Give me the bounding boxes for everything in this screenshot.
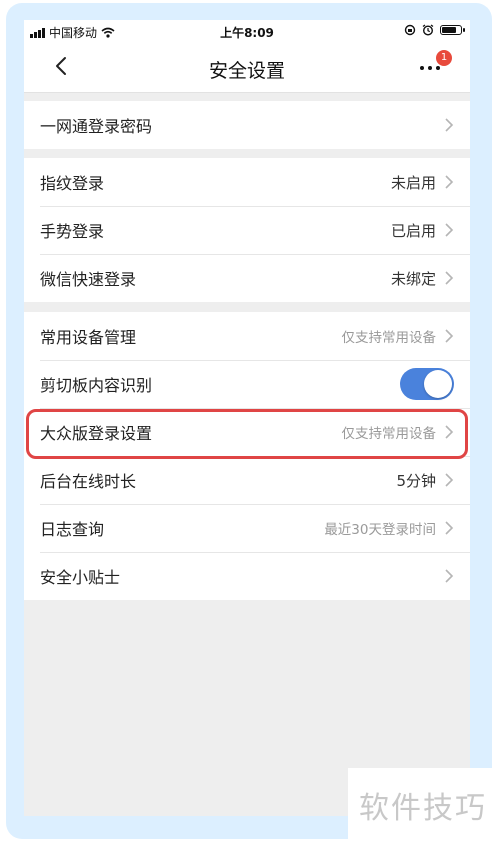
row-security-tips[interactable]: 安全小贴士 xyxy=(24,552,470,600)
row-label: 日志查询 xyxy=(40,520,105,539)
row-label: 手势登录 xyxy=(40,222,105,241)
chevron-right-icon xyxy=(445,521,454,535)
more-dots-icon xyxy=(420,66,440,70)
notification-badge: 1 xyxy=(436,50,452,66)
toggle-knob xyxy=(424,370,452,398)
row-value: 未绑定 xyxy=(390,269,436,288)
nav-bar: 安全设置 1 xyxy=(24,44,470,93)
row-login-password[interactable]: 一网通登录密码 xyxy=(24,101,470,149)
chevron-right-icon xyxy=(445,569,454,583)
clipboard-toggle[interactable] xyxy=(400,368,454,400)
row-value: 最近30天登录时间 xyxy=(324,522,436,538)
settings-group-device: 常用设备管理 仅支持常用设备 剪切板内容识别 大众版登录设置 仅支持常用设备 后… xyxy=(24,312,470,600)
more-menu-button[interactable]: 1 xyxy=(418,50,452,80)
row-label: 大众版登录设置 xyxy=(40,424,153,443)
row-label: 剪切板内容识别 xyxy=(40,376,153,395)
rotation-lock-icon xyxy=(404,24,416,36)
row-public-login-settings[interactable]: 大众版登录设置 仅支持常用设备 xyxy=(24,408,470,456)
page-title: 安全设置 xyxy=(208,60,285,82)
row-label: 微信快速登录 xyxy=(40,270,137,289)
chevron-right-icon xyxy=(445,425,454,439)
status-right xyxy=(404,24,465,36)
row-fingerprint-login[interactable]: 指纹登录 未启用 xyxy=(24,158,470,206)
chevron-right-icon xyxy=(445,118,454,132)
settings-group-password: 一网通登录密码 xyxy=(24,101,470,149)
row-clipboard-recognition: 剪切板内容识别 xyxy=(24,360,470,408)
row-online-duration[interactable]: 后台在线时长 5分钟 xyxy=(24,456,470,504)
chevron-right-icon xyxy=(445,271,454,285)
chevron-right-icon xyxy=(445,473,454,487)
chevron-right-icon xyxy=(445,329,454,343)
row-label: 后台在线时长 xyxy=(40,472,137,491)
row-log-query[interactable]: 日志查询 最近30天登录时间 xyxy=(24,504,470,552)
row-value: 仅支持常用设备 xyxy=(341,426,437,442)
row-value: 已启用 xyxy=(390,221,436,240)
status-bar: 中国移动 上午8:09 xyxy=(24,20,470,44)
chevron-right-icon xyxy=(445,175,454,189)
watermark-text: 软件技巧 xyxy=(359,791,487,826)
row-label: 指纹登录 xyxy=(40,174,105,193)
watermark: 软件技巧 xyxy=(348,768,498,842)
chevron-right-icon xyxy=(445,223,454,237)
row-device-management[interactable]: 常用设备管理 仅支持常用设备 xyxy=(24,312,470,360)
battery-icon xyxy=(440,25,465,35)
alarm-icon xyxy=(422,24,434,36)
row-value: 未启用 xyxy=(390,173,436,192)
row-label: 安全小贴士 xyxy=(40,568,121,587)
row-gesture-login[interactable]: 手势登录 已启用 xyxy=(24,206,470,254)
row-value: 5分钟 xyxy=(396,471,436,490)
row-label: 常用设备管理 xyxy=(40,328,137,347)
row-label: 一网通登录密码 xyxy=(40,117,153,136)
row-wechat-login[interactable]: 微信快速登录 未绑定 xyxy=(24,254,470,302)
settings-group-login-methods: 指纹登录 未启用 手势登录 已启用 微信快速登录 未绑定 xyxy=(24,158,470,302)
row-value: 仅支持常用设备 xyxy=(341,330,437,346)
phone-screen: 中国移动 上午8:09 安全设置 1 一网通登录密码 指纹登录 未启用 手势登录… xyxy=(24,20,470,816)
